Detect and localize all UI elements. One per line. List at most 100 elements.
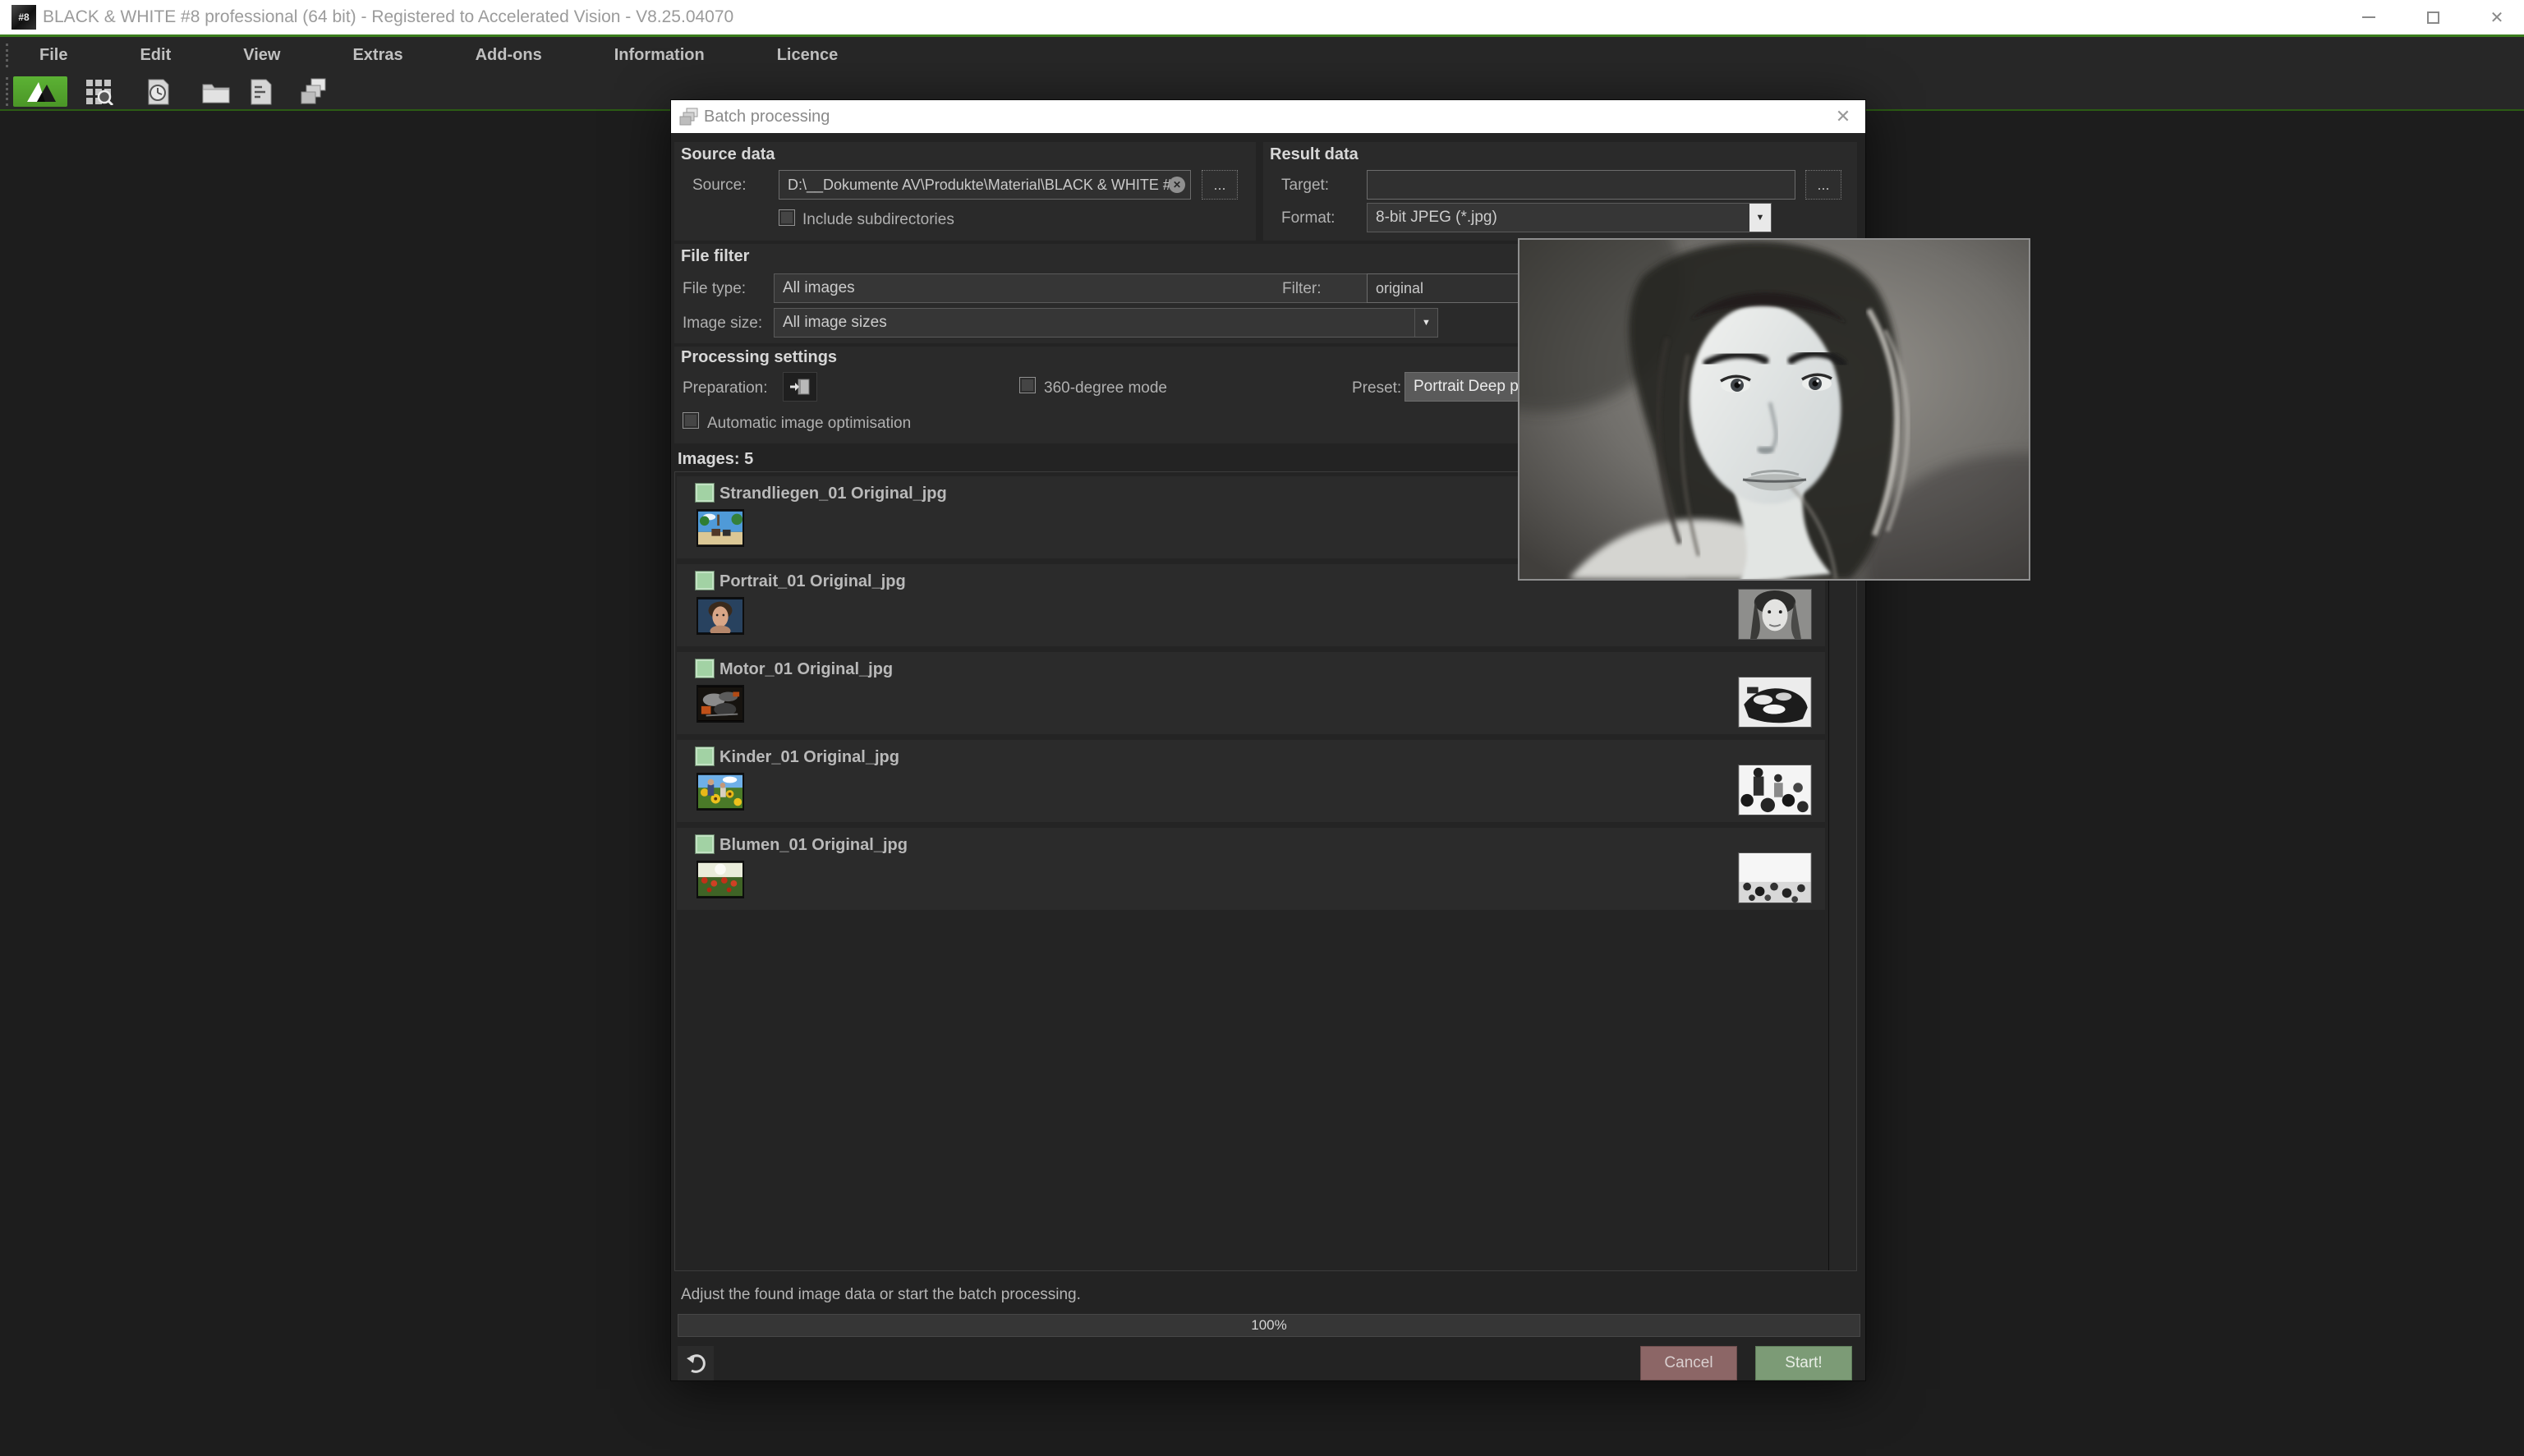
- item-name: Motor_01 Original_jpg: [720, 660, 893, 679]
- format-dropdown-caret-icon[interactable]: ▼: [1749, 204, 1771, 232]
- undo-button[interactable]: [678, 1346, 714, 1380]
- batch-processing-icon: [300, 78, 328, 106]
- preview-image: [1518, 238, 2030, 581]
- images-list: Strandliegen_01 Original_jpg Portrait_01…: [674, 471, 1857, 1271]
- processing-settings-heading: Processing settings: [681, 348, 837, 367]
- target-browse-button[interactable]: ...: [1805, 170, 1841, 200]
- status-text: Adjust the found image data or start the…: [681, 1286, 1081, 1304]
- filter-value: original: [1376, 280, 1423, 296]
- close-button[interactable]: ✕: [2485, 5, 2509, 30]
- menu-edit[interactable]: Edit: [140, 46, 171, 65]
- file-type-value: All images: [783, 279, 855, 296]
- dialog-close-button[interactable]: ✕: [1829, 100, 1857, 133]
- item-name: Strandliegen_01 Original_jpg: [720, 485, 947, 503]
- target-label: Target:: [1281, 177, 1329, 195]
- item-thumbnail-original: [697, 861, 744, 898]
- thumbnail-browser-button[interactable]: [82, 76, 117, 107]
- file-list-button[interactable]: [245, 76, 278, 107]
- app-icon: #8: [11, 5, 36, 30]
- auto-optimisation-checkbox[interactable]: [683, 412, 699, 429]
- item-name: Blumen_01 Original_jpg: [720, 836, 908, 855]
- progress-bar: 100%: [678, 1314, 1860, 1337]
- item-thumbnail-original: [697, 685, 744, 723]
- item-checkbox[interactable]: [695, 483, 715, 503]
- item-name: Portrait_01 Original_jpg: [720, 572, 906, 591]
- source-input[interactable]: D:\__Dokumente AV\Produkte\Material\BLAC…: [779, 170, 1191, 200]
- av-logo-icon: [21, 80, 60, 104]
- item-name: Kinder_01 Original_jpg: [720, 748, 899, 767]
- menu-licence[interactable]: Licence: [777, 46, 838, 65]
- thumbnail-browser-icon: [85, 79, 113, 105]
- app-window: #8 BLACK & WHITE #8 professional (64 bit…: [0, 0, 2524, 1456]
- item-thumbnail-result: [1738, 852, 1812, 903]
- format-label: Format:: [1281, 209, 1335, 227]
- batch-processing-button[interactable]: [296, 76, 332, 107]
- item-thumbnail-result: [1738, 677, 1812, 728]
- titlebar: #8 BLACK & WHITE #8 professional (64 bit…: [0, 0, 2524, 34]
- include-subdirectories-checkbox[interactable]: [779, 209, 795, 226]
- recent-files-icon: [146, 79, 171, 105]
- item-thumbnail-original: [697, 597, 744, 635]
- item-thumbnail-result: [1738, 589, 1812, 640]
- list-item-motor[interactable]: Motor_01 Original_jpg: [677, 652, 1825, 734]
- images-list-scrollbar[interactable]: [1828, 472, 1856, 1270]
- mode-360-label: 360-degree mode: [1044, 379, 1167, 397]
- source-data-heading: Source data: [681, 145, 775, 164]
- menu-bar: File Edit View Extras Add-ons Informatio…: [0, 37, 2524, 74]
- menu-information[interactable]: Information: [614, 46, 705, 65]
- item-checkbox[interactable]: [695, 659, 715, 678]
- filter-label: Filter:: [1282, 280, 1322, 298]
- menu-view[interactable]: View: [243, 46, 280, 65]
- image-size-value: All image sizes: [783, 314, 887, 331]
- menu-file[interactable]: File: [39, 46, 67, 65]
- open-folder-button[interactable]: [199, 76, 233, 107]
- format-value: 8-bit JPEG (*.jpg): [1376, 209, 1497, 226]
- file-type-dropdown[interactable]: All images ▼: [774, 273, 1438, 303]
- result-data-panel: Result data Target: ... Format: 8-bit JP…: [1263, 142, 1857, 241]
- preparation-label: Preparation:: [683, 379, 768, 397]
- dialog-title: Batch processing: [704, 100, 830, 133]
- window-title: BLACK & WHITE #8 professional (64 bit) -…: [43, 0, 733, 34]
- portrait-preview-art: [1519, 240, 2029, 579]
- start-button[interactable]: Start!: [1755, 1346, 1852, 1380]
- preset-label: Preset:: [1352, 379, 1401, 397]
- image-size-dropdown-caret-icon[interactable]: ▼: [1414, 309, 1437, 337]
- item-checkbox[interactable]: [695, 746, 715, 766]
- target-input[interactable]: [1367, 170, 1795, 200]
- av-logo-button[interactable]: [13, 76, 67, 107]
- close-icon: ✕: [2490, 7, 2504, 28]
- mode-360-checkbox[interactable]: [1019, 377, 1036, 393]
- auto-optimisation-label: Automatic image optimisation: [707, 415, 911, 433]
- dialog-close-icon: ✕: [1836, 106, 1850, 127]
- minimize-button[interactable]: [2356, 5, 2381, 30]
- cancel-button[interactable]: Cancel: [1640, 1346, 1737, 1380]
- format-dropdown[interactable]: 8-bit JPEG (*.jpg) ▼: [1367, 203, 1772, 232]
- image-size-dropdown[interactable]: All image sizes ▼: [774, 308, 1438, 338]
- dialog-header[interactable]: Batch processing ✕: [671, 100, 1865, 133]
- maximize-button[interactable]: [2421, 5, 2445, 30]
- file-filter-heading: File filter: [681, 247, 749, 266]
- images-count-heading: Images: 5: [678, 450, 753, 469]
- menu-extras[interactable]: Extras: [352, 46, 402, 65]
- menu-addons[interactable]: Add-ons: [476, 46, 542, 65]
- file-list-icon: [251, 79, 272, 105]
- source-value: D:\__Dokumente AV\Produkte\Material\BLAC…: [788, 177, 1179, 193]
- undo-icon: [685, 1353, 706, 1374]
- open-folder-icon: [202, 80, 230, 103]
- maximize-icon: [2427, 11, 2439, 24]
- source-browse-button[interactable]: ...: [1202, 170, 1238, 200]
- item-thumbnail-original: [697, 509, 744, 547]
- preparation-button[interactable]: [783, 372, 817, 402]
- recent-files-button[interactable]: [141, 76, 176, 107]
- item-checkbox[interactable]: [695, 834, 715, 854]
- item-checkbox[interactable]: [695, 571, 715, 590]
- item-thumbnail-original: [697, 773, 744, 811]
- file-type-label: File type:: [683, 280, 746, 298]
- source-label: Source:: [692, 177, 746, 195]
- result-data-heading: Result data: [1270, 145, 1359, 164]
- image-size-label: Image size:: [683, 315, 762, 333]
- progress-value: 100%: [1251, 1317, 1286, 1334]
- clear-source-icon[interactable]: ✕: [1169, 177, 1185, 193]
- list-item-kinder[interactable]: Kinder_01 Original_jpg: [677, 740, 1825, 822]
- list-item-blumen[interactable]: Blumen_01 Original_jpg: [677, 828, 1825, 910]
